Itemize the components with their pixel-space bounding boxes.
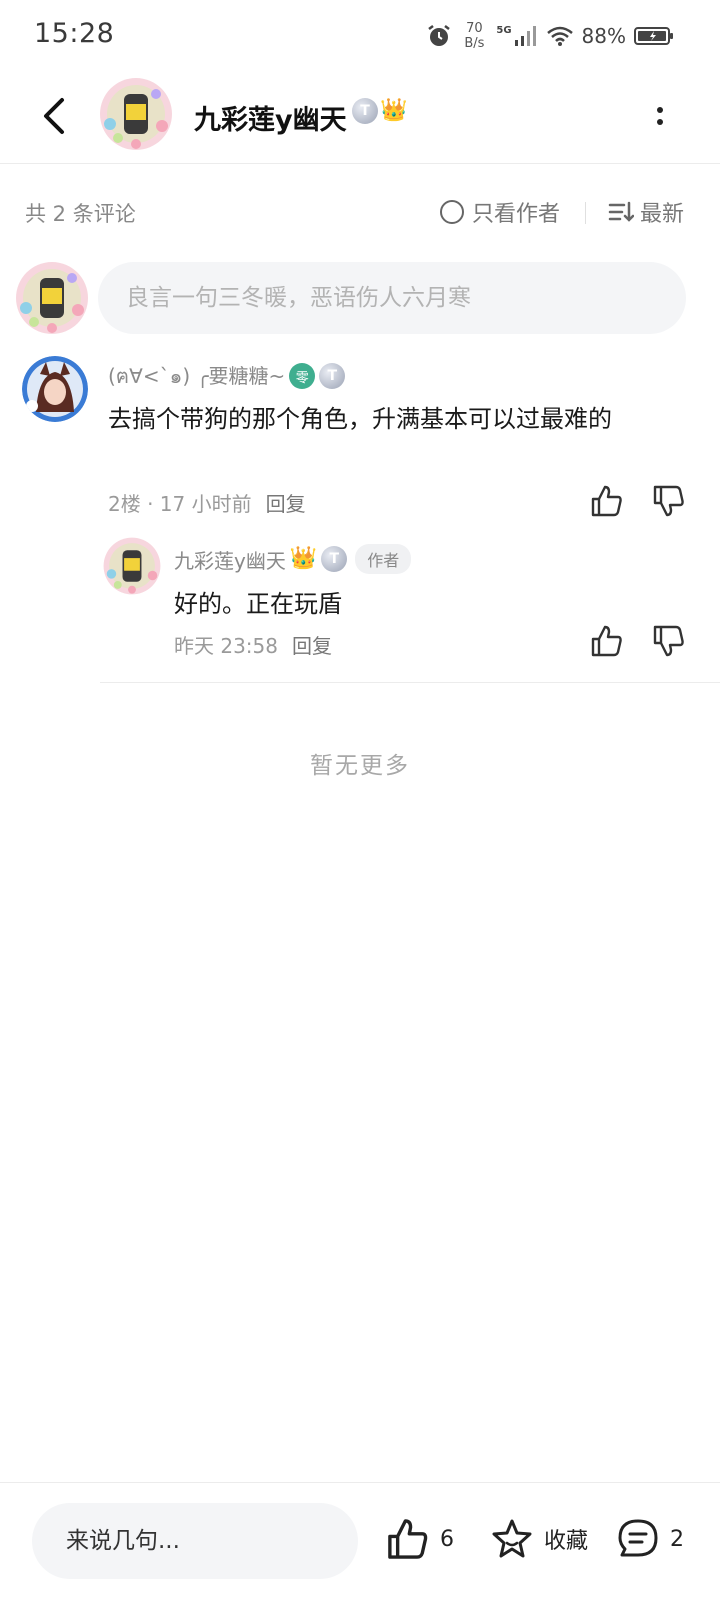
my-avatar	[14, 260, 90, 336]
more-dot-icon	[657, 107, 663, 113]
comment-count: 共 2 条评论	[25, 202, 136, 226]
bottom-comment-input[interactable]	[32, 1503, 358, 1579]
favorite-button[interactable]: 收藏	[490, 1517, 588, 1561]
more-options-button[interactable]	[648, 100, 672, 132]
like-button[interactable]: 6	[386, 1517, 454, 1561]
crown-icon: 👑	[380, 98, 408, 123]
back-button[interactable]	[34, 92, 74, 140]
commenter-info: (ฅ∀<`๑) ╭要糖糖~ 零 T	[108, 360, 346, 392]
commenter-avatar[interactable]	[22, 356, 88, 422]
comment-bubble-icon	[618, 1519, 658, 1557]
bottom-bar: 6 收藏 2	[0, 1482, 720, 1600]
more-dot-icon	[657, 119, 663, 125]
wifi-icon	[546, 26, 573, 46]
level-badge: T	[321, 546, 348, 572]
alarm-icon	[428, 25, 451, 46]
thumbs-up-icon	[388, 1519, 428, 1559]
comment-toolbar: 共 2 条评论 只看作者 最新	[0, 190, 720, 234]
thumbs-up-icon[interactable]	[590, 484, 624, 518]
comment-floor-time: 2楼 · 17 小时前	[108, 492, 252, 516]
crown-icon: 👑	[289, 546, 318, 571]
status-bar: 15:28 70 B/s 5G 88%	[0, 0, 720, 68]
sort-icon	[608, 201, 634, 222]
comment-input[interactable]	[98, 262, 686, 334]
chevron-left-icon	[44, 98, 64, 134]
no-more-text: 暂无更多	[310, 753, 410, 779]
status-icons: 70 B/s 5G 88%	[426, 14, 674, 58]
radio-icon	[440, 200, 464, 224]
sort-button[interactable]: 最新	[608, 196, 684, 228]
battery-icon	[634, 27, 673, 45]
level-badge: T	[352, 98, 378, 124]
comment-meta: 2楼 · 17 小时前 回复	[108, 488, 306, 517]
comment-count: 2	[670, 1526, 684, 1552]
header: 九彩莲y幽天 T 👑	[0, 68, 720, 164]
replier-name[interactable]: 九彩莲y幽天	[174, 545, 286, 574]
reply-button[interactable]: 回复	[266, 488, 306, 517]
status-time: 15:28	[34, 18, 115, 49]
favorite-label: 收藏	[544, 1529, 589, 1554]
star-icon	[492, 1519, 532, 1558]
sort-label: 最新	[640, 202, 685, 227]
author-tag: 作者	[355, 544, 412, 574]
like-count: 6	[440, 1526, 454, 1552]
reply-text: 好的。正在玩盾	[174, 590, 342, 618]
commenter-name[interactable]: (ฅ∀<`๑) ╭要糖糖~	[108, 360, 285, 392]
reply-meta: 昨天 23:58 回复	[174, 630, 332, 659]
replier-info: 九彩莲y幽天 👑 T 作者	[174, 544, 412, 574]
replier-avatar[interactable]	[102, 536, 162, 596]
author-badges: T 👑	[352, 98, 407, 124]
comment-text: 去搞个带狗的那个角色，升满基本可以过最难的	[108, 405, 612, 433]
divider	[100, 682, 720, 683]
reply-time: 昨天 23:58	[174, 634, 278, 658]
author-only-toggle[interactable]: 只看作者	[440, 196, 560, 228]
thumbs-down-icon[interactable]	[652, 484, 686, 518]
level-badge-green: 零	[289, 363, 316, 389]
battery-percent: 88%	[581, 24, 626, 48]
author-avatar[interactable]	[98, 76, 174, 152]
divider	[585, 202, 586, 224]
net-speed: 70 B/s	[464, 21, 485, 51]
author-name[interactable]: 九彩莲y幽天	[194, 98, 347, 137]
level-badge: T	[319, 363, 346, 389]
thumbs-down-icon[interactable]	[652, 624, 686, 658]
thumbs-up-icon[interactable]	[590, 624, 624, 658]
cell-signal-icon: 5G	[496, 25, 537, 47]
reply-button[interactable]: 回复	[292, 630, 332, 659]
comment-button[interactable]: 2	[616, 1517, 684, 1561]
author-only-label: 只看作者	[472, 202, 561, 227]
